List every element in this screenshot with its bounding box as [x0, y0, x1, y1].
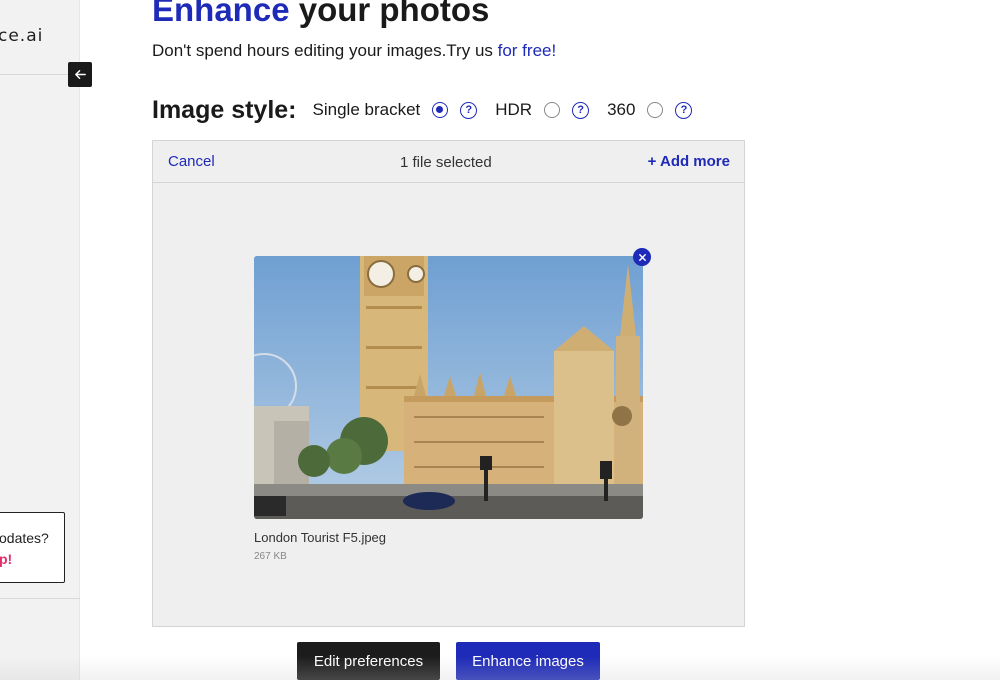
question-circle-icon[interactable]: ? — [460, 101, 478, 119]
image-style-label: Image style: — [152, 95, 297, 124]
file-thumbnail[interactable] — [254, 256, 643, 519]
cancel-button[interactable]: Cancel — [168, 153, 215, 170]
question-circle-icon[interactable]: ? — [572, 101, 590, 119]
question-circle-icon[interactable]: ? — [675, 101, 693, 119]
close-icon — [638, 253, 646, 261]
sidebar: ce.ai odates? p! — [0, 0, 80, 680]
subtitle-text: Don't spend hours editing your images.Tr… — [152, 41, 498, 60]
collapse-sidebar-button[interactable] — [68, 62, 92, 87]
enhance-images-button[interactable]: Enhance images — [456, 642, 600, 680]
remove-file-button[interactable] — [633, 248, 651, 266]
page-title-accent: Enhance — [152, 0, 290, 28]
page-subtitle: Don't spend hours editing your images.Tr… — [152, 41, 556, 61]
edit-preferences-button[interactable]: Edit preferences — [297, 642, 440, 680]
option-hdr-radio[interactable] — [544, 102, 561, 118]
arrow-left-icon — [74, 70, 86, 79]
newsletter-box[interactable]: odates? p! — [0, 512, 65, 583]
upload-panel-header: Cancel 1 file selected + Add more — [153, 141, 744, 183]
add-more-button[interactable]: + Add more — [648, 153, 730, 170]
newsletter-question: odates? — [0, 530, 49, 546]
page-title: Enhance your photos — [152, 0, 489, 32]
free-trial-link[interactable]: for free! — [498, 41, 557, 60]
selection-status: 1 file selected — [400, 154, 492, 171]
sidebar-divider-bottom — [0, 598, 80, 599]
option-hdr-label[interactable]: HDR — [495, 100, 532, 120]
option-single-bracket-label[interactable]: Single bracket — [313, 100, 421, 120]
option-single-bracket-radio[interactable] — [432, 102, 449, 118]
file-name: London Tourist F5.jpeg — [254, 530, 387, 545]
option-360-label[interactable]: 360 — [607, 100, 635, 120]
page-title-rest: your photos — [289, 0, 490, 28]
option-360-radio[interactable] — [647, 102, 664, 118]
newsletter-signup-link[interactable]: p! — [0, 551, 12, 567]
image-style-row: Image style: Single bracket ? HDR ? 360 … — [152, 95, 710, 125]
file-size: 267 KB — [254, 551, 287, 562]
thumbnail-image — [254, 256, 643, 519]
upload-panel: Cancel 1 file selected + Add more London… — [152, 140, 745, 627]
logo-text[interactable]: ce.ai — [0, 26, 43, 46]
